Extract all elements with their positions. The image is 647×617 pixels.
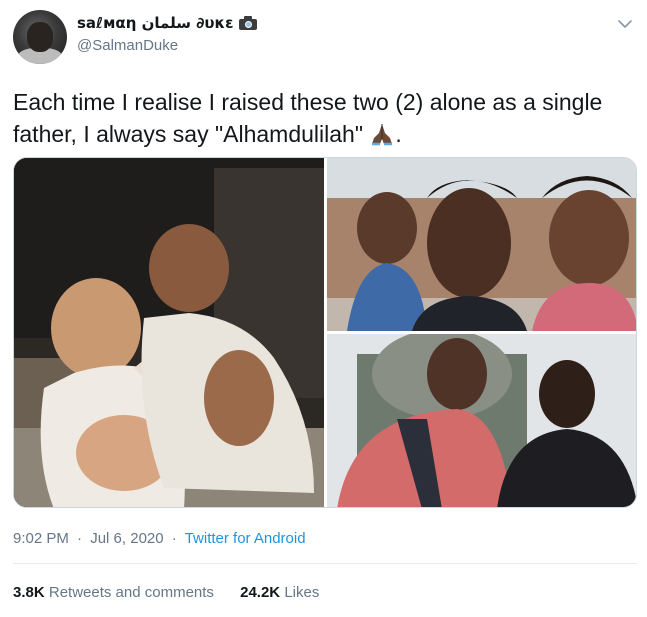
photo-selfie-family[interactable] <box>327 158 636 331</box>
tweet-time[interactable]: 9:02 PM <box>13 530 69 547</box>
tweet-text-body: Each time I realise I raised these two (… <box>13 89 603 147</box>
tweet-date[interactable]: Jul 6, 2020 <box>90 530 163 547</box>
camera-with-flash-icon <box>238 16 257 30</box>
avatar[interactable] <box>13 10 67 64</box>
meta-separator: · <box>171 530 177 547</box>
chevron-down-icon[interactable] <box>617 16 633 32</box>
folded-hands-icon <box>372 124 393 146</box>
likes-count: 24.2K <box>240 584 281 601</box>
display-name[interactable]: saℓмαη سلمان ∂υκε <box>77 14 257 32</box>
user-info[interactable]: saℓмαη سلمان ∂υκε @SalmanDuke <box>77 14 257 54</box>
tweet-card: saℓмαη سلمان ∂υκε @SalmanDuke Each time … <box>0 0 647 617</box>
photo-kids-school[interactable] <box>327 334 636 507</box>
tweet-meta: 9:02 PM · Jul 6, 2020 · Twitter for Andr… <box>13 530 306 547</box>
likes-label: Likes <box>284 584 320 601</box>
likes-stat[interactable]: 24.2K Likes <box>240 584 319 601</box>
tweet-source-link[interactable]: Twitter for Android <box>185 530 306 547</box>
user-handle[interactable]: @SalmanDuke <box>77 37 257 54</box>
tweet-text-trailing: . <box>395 121 402 147</box>
retweets-label: Retweets and comments <box>48 584 214 601</box>
tweet-stats: 3.8K Retweets and comments 24.2K Likes <box>13 584 341 601</box>
display-name-text: saℓмαη سلمان ∂υκε <box>77 14 234 32</box>
meta-separator: · <box>77 530 83 547</box>
media-grid <box>13 157 637 508</box>
divider <box>13 563 637 564</box>
retweets-count: 3.8K <box>13 584 45 601</box>
tweet-text: Each time I realise I raised these two (… <box>13 86 633 150</box>
photo-babies[interactable] <box>14 158 324 507</box>
retweets-stat[interactable]: 3.8K Retweets and comments <box>13 584 214 601</box>
avatar-face <box>27 22 53 52</box>
